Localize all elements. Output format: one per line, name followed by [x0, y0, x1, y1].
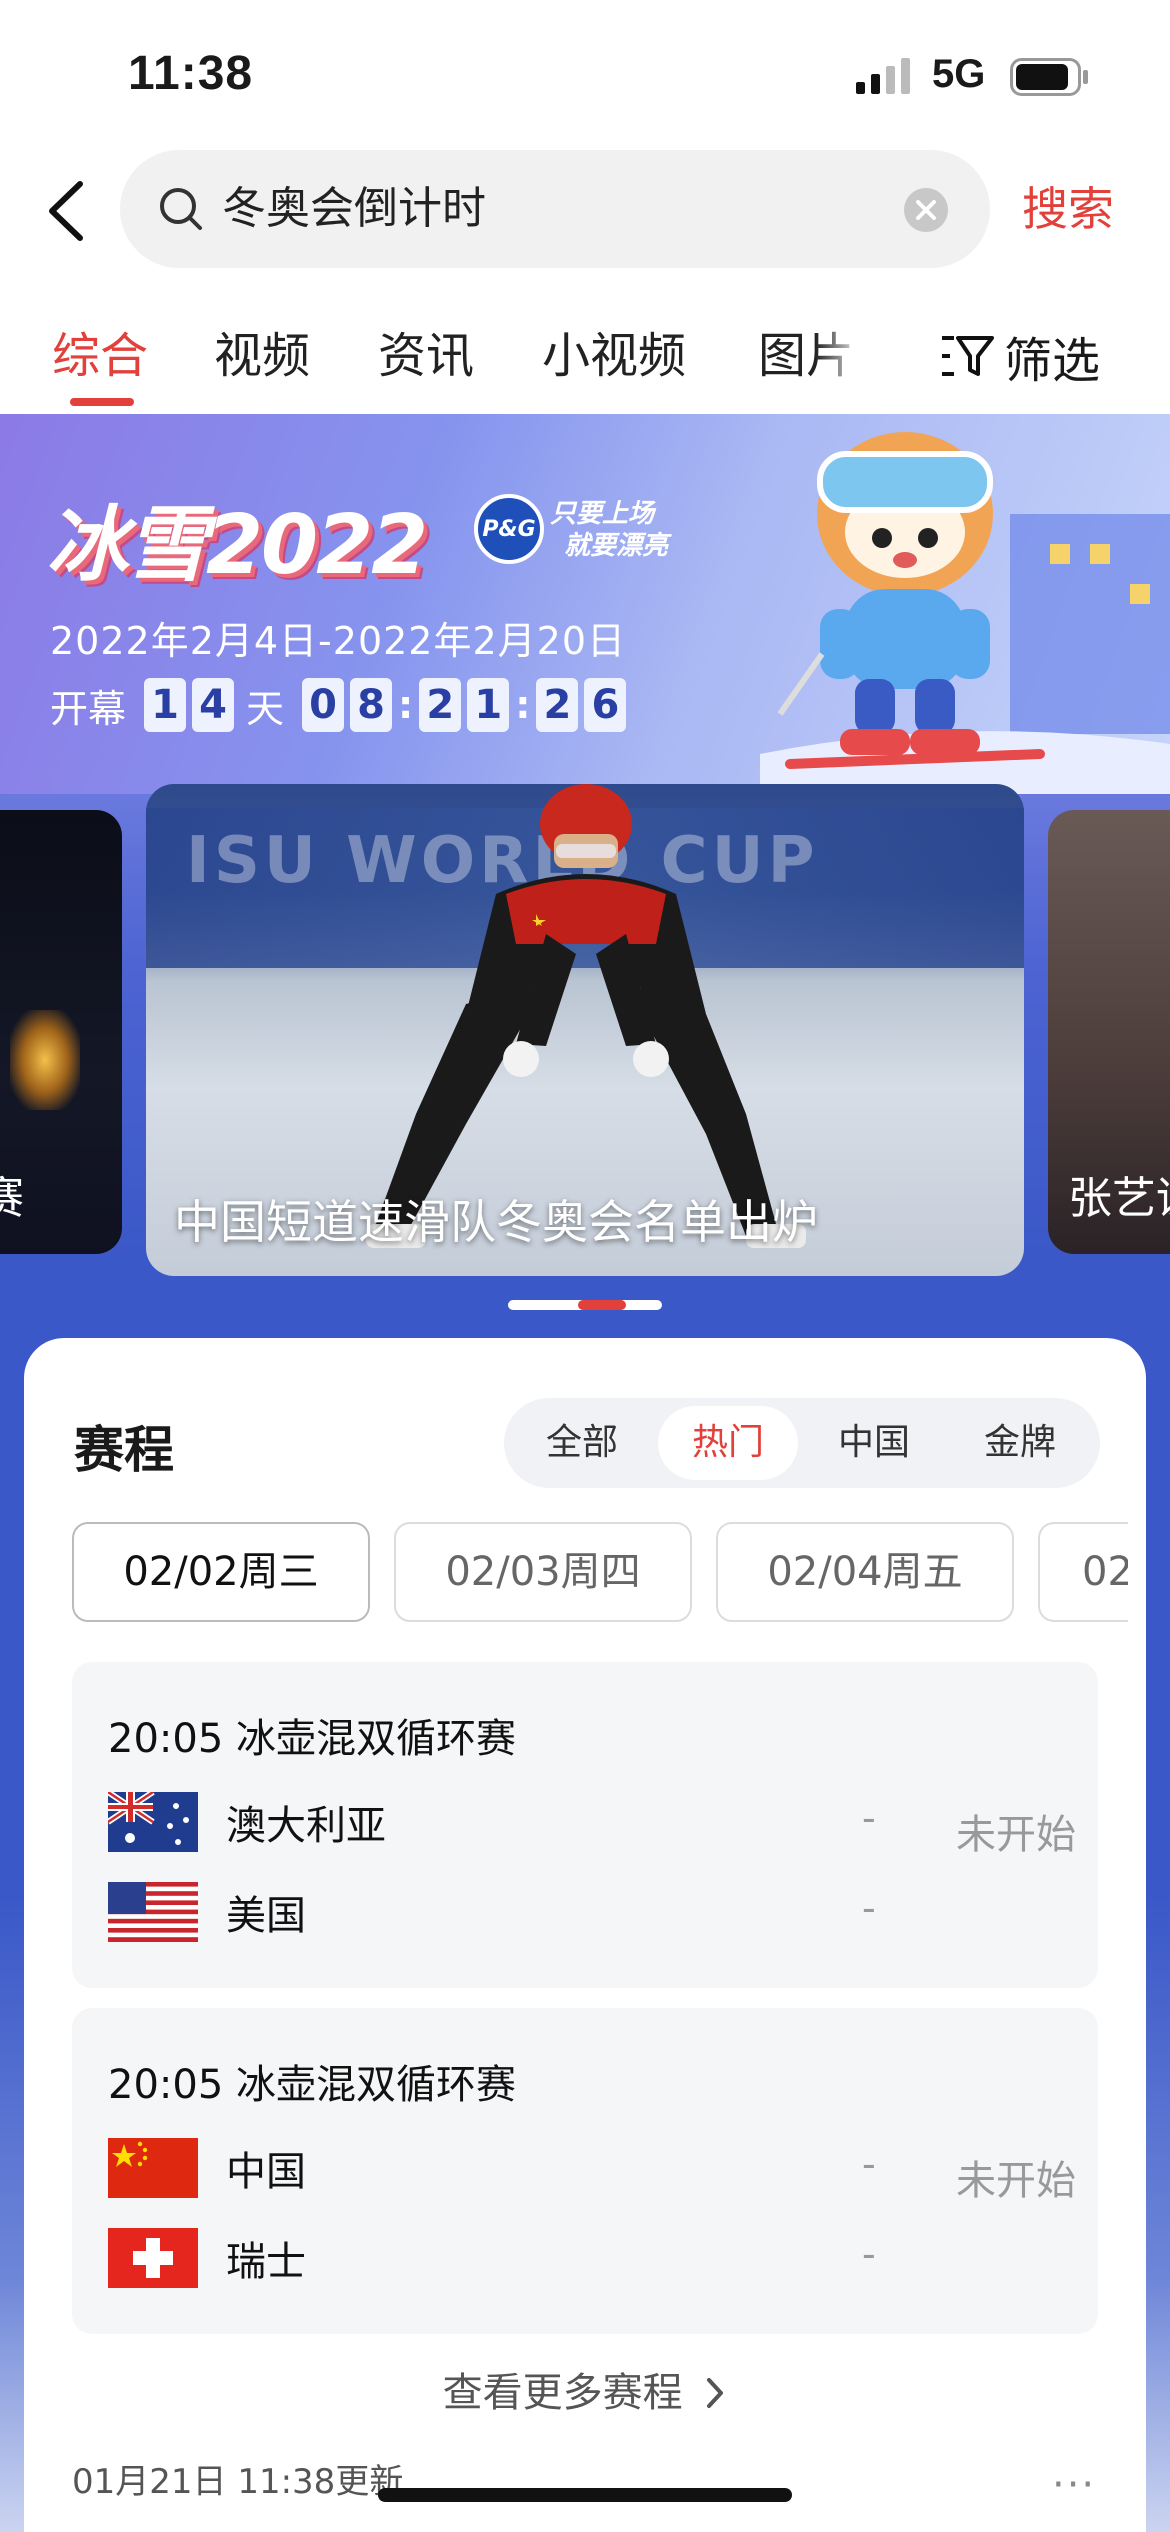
match-card[interactable]: 20:05 冰壶混双循环赛 中国 - 瑞士 - 未开始	[72, 2008, 1098, 2334]
carousel-card-current[interactable]: ISU WORLD CUP 中国短道速滑队冬奥会名单出炉	[146, 784, 1024, 1276]
tab-comprehensive[interactable]: 综合	[52, 326, 148, 386]
tab-images[interactable]: 图片	[758, 326, 854, 386]
countdown-digit: 2	[536, 678, 579, 732]
search-query: 冬奥会倒计时	[222, 183, 486, 234]
match-status: 未开始	[956, 2158, 1076, 2204]
carousel-card-next[interactable]: 张艺谋	[1048, 810, 1170, 1254]
countdown-digit: 4	[192, 678, 235, 732]
countdown-separator: :	[515, 683, 531, 727]
more-schedule-label: 查看更多赛程	[442, 2370, 683, 2416]
more-options-icon[interactable]: ···	[1052, 2462, 1096, 2508]
countdown-digit: 6	[584, 678, 627, 732]
team-row: 中国	[108, 2138, 306, 2198]
status-time: 11:38	[128, 47, 254, 100]
countdown-digit: 1	[467, 678, 510, 732]
result-tabs: 综合 视频 资讯 小视频 图片 筛选	[0, 316, 1170, 416]
clear-icon[interactable]	[902, 186, 950, 234]
search-button[interactable]: 搜索	[1022, 180, 1114, 238]
schedule-filter: 全部 热门 中国 金牌	[504, 1398, 1100, 1488]
card-thumbnail	[10, 1010, 80, 1110]
filter-label: 筛选	[1004, 333, 1101, 389]
sponsor-logo: P&G	[474, 494, 544, 564]
more-schedule-link[interactable]: 查看更多赛程	[24, 2360, 1146, 2418]
countdown-separator: :	[398, 683, 414, 727]
search-input[interactable]: 冬奥会倒计时	[120, 150, 990, 268]
schedule-panel: 赛程 全部 热门 中国 金牌 02/02周三 02/03周四 02/04周五 0…	[24, 1338, 1146, 2532]
team-name: 瑞士	[226, 2239, 306, 2285]
team-row: 瑞士	[108, 2228, 306, 2288]
tab-active-indicator	[70, 398, 134, 406]
countdown-label: 开幕	[50, 686, 127, 731]
home-indicator[interactable]	[378, 2488, 792, 2502]
chevron-right-icon	[707, 2378, 724, 2408]
battery-icon	[1010, 58, 1088, 96]
tab-short-video[interactable]: 小视频	[542, 326, 686, 386]
team-score: -	[862, 1886, 876, 1930]
australia-flag-icon	[108, 1792, 198, 1852]
team-row: 美国	[108, 1882, 306, 1942]
countdown-digit: 2	[419, 678, 462, 732]
countdown-digit: 0	[302, 678, 345, 732]
team-row: 澳大利亚	[108, 1792, 386, 1852]
tiger-mascot-illustration	[760, 432, 1170, 794]
filter-hot[interactable]: 热门	[658, 1406, 798, 1480]
search-icon	[160, 188, 202, 230]
filter-gold[interactable]: 金牌	[950, 1406, 1090, 1480]
date-chip[interactable]: 02/03周四	[394, 1522, 692, 1622]
date-chip[interactable]: 02	[1038, 1522, 1128, 1622]
status-bar: 11:38 5G	[0, 0, 1170, 150]
team-score: -	[862, 2232, 876, 2276]
switzerland-flag-icon	[108, 2228, 198, 2288]
team-score: -	[862, 1796, 876, 1840]
match-title: 20:05 冰壶混双循环赛	[108, 1716, 516, 1762]
match-card[interactable]: 20:05 冰壶混双循环赛 澳大利亚 - 美国 - 未开始	[72, 1662, 1098, 1988]
event-logo: 冰雪2022	[46, 498, 428, 593]
date-chip[interactable]: 02/02周三	[72, 1522, 370, 1622]
carousel-card-title: 张艺谋	[1068, 1173, 1170, 1224]
sponsor-slogan: 只要上场 就要漂亮	[550, 498, 668, 562]
carousel-card-title: 赛	[0, 1173, 24, 1224]
match-title: 20:05 冰壶混双循环赛	[108, 2062, 516, 2108]
sponsor-slogan-line2: 就要漂亮	[564, 531, 669, 561]
schedule-title: 赛程	[74, 1421, 174, 1479]
date-chip[interactable]: 02/04周五	[716, 1522, 1014, 1622]
match-status: 未开始	[956, 1812, 1076, 1858]
olympics-header[interactable]: 冰雪2022 P&G 只要上场 就要漂亮 2022年2月4日-2022年2月20…	[0, 414, 1170, 794]
countdown-days-unit: 天	[246, 686, 285, 731]
countdown-digit: 8	[350, 678, 393, 732]
sponsor-slogan-line1: 只要上场	[550, 499, 655, 529]
carousel-pagination	[508, 1300, 662, 1310]
carousel-card-prev[interactable]: 赛	[0, 810, 122, 1254]
filter-button[interactable]: 筛选	[940, 326, 1100, 389]
event-date-range: 2022年2月4日-2022年2月20日	[50, 619, 627, 663]
back-arrow-icon[interactable]	[40, 176, 100, 246]
countdown-digit: 1	[144, 678, 187, 732]
carousel-active-dot	[578, 1300, 626, 1310]
signal-icon	[856, 58, 910, 94]
tab-video[interactable]: 视频	[214, 326, 310, 386]
update-timestamp: 01月21日 11:38更新	[72, 2462, 404, 2502]
team-name: 澳大利亚	[226, 1803, 386, 1849]
usa-flag-icon	[108, 1882, 198, 1942]
team-name: 美国	[226, 1893, 306, 1939]
countdown: 开幕 1 4 天 0 8 : 2 1 : 2 6	[50, 676, 632, 734]
network-type: 5G	[932, 52, 986, 96]
team-score: -	[862, 2142, 876, 2186]
carousel-card-title: 中国短道速滑队冬奥会名单出炉	[174, 1195, 818, 1249]
filter-icon	[942, 336, 994, 376]
filter-all[interactable]: 全部	[512, 1406, 652, 1480]
tab-news[interactable]: 资讯	[378, 326, 474, 386]
team-name: 中国	[226, 2149, 306, 2195]
filter-china[interactable]: 中国	[804, 1406, 944, 1480]
china-flag-icon	[108, 2138, 198, 2198]
